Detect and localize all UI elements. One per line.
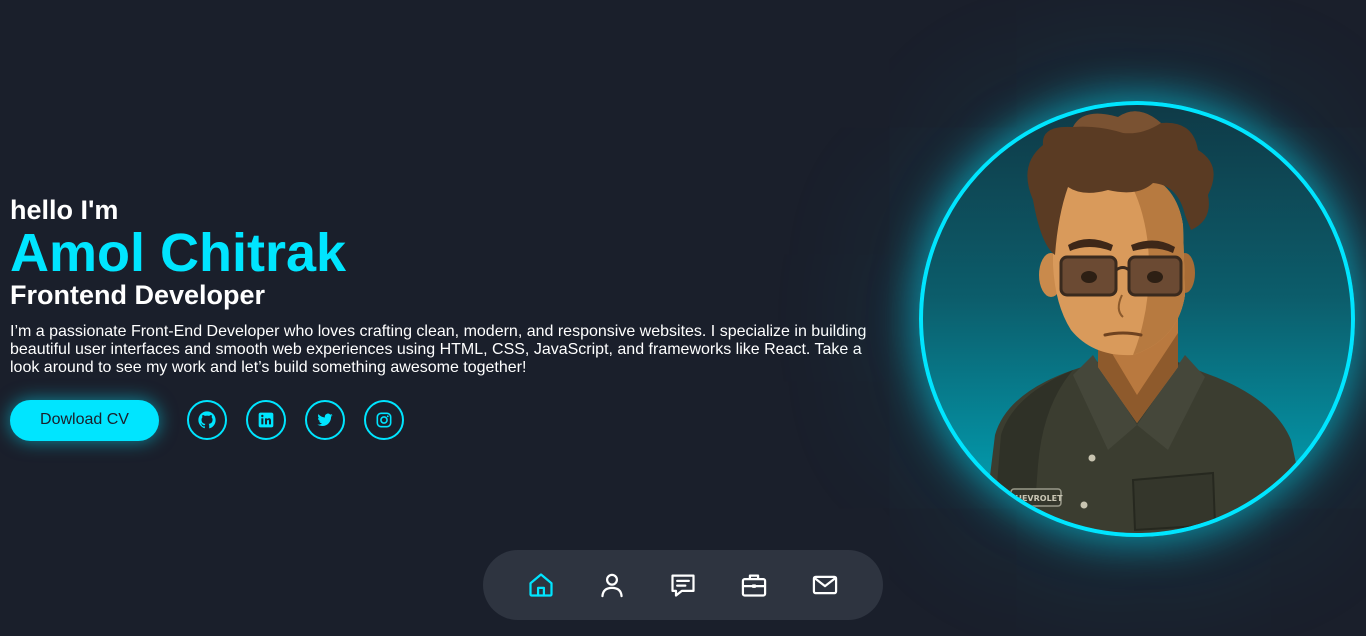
linkedin-link[interactable] bbox=[246, 400, 286, 440]
developer-role: Frontend Developer bbox=[10, 280, 266, 310]
nav-portfolio[interactable] bbox=[736, 567, 772, 603]
instagram-icon bbox=[376, 412, 392, 428]
instagram-link[interactable] bbox=[364, 400, 404, 440]
user-icon bbox=[601, 573, 623, 598]
greeting-text: hello I'm bbox=[10, 195, 119, 225]
home-icon bbox=[529, 573, 553, 597]
twitter-icon bbox=[317, 413, 333, 427]
bottom-navigation bbox=[483, 550, 883, 620]
avatar-glow: CHEVROLET bbox=[919, 101, 1355, 537]
linkedin-icon bbox=[258, 412, 274, 428]
download-cv-button[interactable]: Dowload CV bbox=[10, 399, 159, 441]
hero-section: hello I'm Amol Chitrak Frontend Develope… bbox=[10, 194, 890, 441]
twitter-link[interactable] bbox=[305, 400, 345, 440]
portfolio-page: hello I'm Amol Chitrak Frontend Develope… bbox=[0, 0, 1366, 636]
developer-portrait: CHEVROLET bbox=[983, 111, 1311, 533]
nav-home[interactable] bbox=[523, 567, 559, 603]
message-icon bbox=[671, 574, 695, 597]
nav-about[interactable] bbox=[594, 567, 630, 603]
developer-name: Amol Chitrak bbox=[10, 223, 347, 283]
avatar: CHEVROLET bbox=[919, 101, 1355, 537]
nav-testimonials[interactable] bbox=[665, 567, 701, 603]
bio-paragraph: I’m a passionate Front-End Developer who… bbox=[10, 323, 867, 376]
hero-actions: Dowload CV bbox=[10, 399, 890, 441]
briefcase-icon bbox=[741, 574, 767, 597]
shirt-badge: CHEVROLET bbox=[1009, 494, 1063, 503]
social-links bbox=[187, 400, 423, 440]
nav-contact[interactable] bbox=[807, 567, 843, 603]
github-link[interactable] bbox=[187, 400, 227, 440]
mail-icon bbox=[812, 575, 838, 595]
github-icon bbox=[198, 411, 216, 429]
